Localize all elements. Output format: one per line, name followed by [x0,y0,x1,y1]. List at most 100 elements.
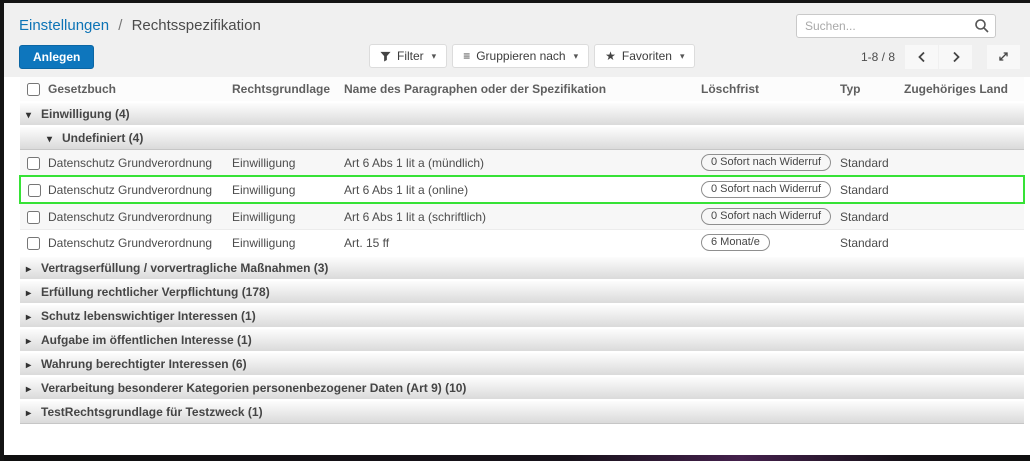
cell-typ: Standard [836,230,900,257]
filter-toolbar: Filter ▾ ≡ Gruppieren nach ▾ ★ Favoriten… [369,44,695,68]
list-icon: ≡ [463,50,470,62]
cell-land [900,203,1024,230]
group-label: Erfüllung rechtlicher Verpflichtung (178… [41,285,270,299]
caret-down-icon: ▾ [680,51,685,62]
chevron-right-icon: ▸ [26,288,41,299]
pager-next-button[interactable] [939,45,972,69]
cell-name: Art 6 Abs 1 lit a (online) [340,176,697,203]
app-window: Einstellungen / Rechtsspezifikation Anle… [0,0,1030,461]
favorites-button-label: Favoriten [622,49,672,63]
cell-loeschfrist: 0 Sofort nach Widerruf [697,150,836,177]
chevron-right-icon: ▸ [26,360,41,371]
records-list: Gesetzbuch Rechtsgrundlage Name des Para… [19,77,1025,424]
search-box [796,14,996,38]
group-row[interactable]: ▾Einwilligung (4) [20,102,1024,126]
chevron-right-icon: ▸ [26,312,41,323]
pager-range: 1-8 / 8 [861,50,895,64]
column-header-land[interactable]: Zugehöriges Land [900,77,1024,102]
cell-land [900,176,1024,203]
filter-button[interactable]: Filter ▾ [369,44,447,68]
chevron-right-icon: ▸ [26,384,41,395]
expand-diagonal-icon [997,50,1010,63]
group-row[interactable]: ▸TestRechtsgrundlage für Testzweck (1) [20,400,1024,424]
cell-loeschfrist: 0 Sofort nach Widerruf [697,203,836,230]
cell-name: Art. 15 ff [340,230,697,257]
group-row[interactable]: ▾Undefiniert (4) [20,126,1024,150]
funnel-icon [380,51,391,62]
breadcrumb-parent-link[interactable]: Einstellungen [19,17,109,34]
table-row[interactable]: Datenschutz GrundverordnungEinwilligungA… [20,176,1024,203]
cell-rechtsgrundlage: Einwilligung [228,176,340,203]
breadcrumb: Einstellungen / Rechtsspezifikation [19,17,261,34]
cell-gesetzbuch: Datenschutz Grundverordnung [44,203,228,230]
caret-down-icon: ▾ [574,51,579,62]
chevron-right-icon [950,51,962,63]
loeschfrist-badge: 0 Sofort nach Widerruf [701,154,831,171]
chevron-right-icon: ▸ [26,408,41,419]
group-label: TestRechtsgrundlage für Testzweck (1) [41,405,263,419]
star-icon: ★ [605,50,616,62]
group-row[interactable]: ▸Erfüllung rechtlicher Verpflichtung (17… [20,280,1024,304]
cell-typ: Standard [836,203,900,230]
table-header-row: Gesetzbuch Rechtsgrundlage Name des Para… [20,77,1024,102]
cell-gesetzbuch: Datenschutz Grundverordnung [44,150,228,177]
cell-rechtsgrundlage: Einwilligung [228,150,340,177]
caret-down-icon: ▾ [432,51,437,62]
row-checkbox[interactable] [27,211,40,224]
group-label: Aufgabe im öffentlichen Interesse (1) [41,333,252,347]
loeschfrist-badge: 0 Sofort nach Widerruf [701,181,831,198]
group-label: Wahrung berechtigter Interessen (6) [41,357,247,371]
list-body: ▾Einwilligung (4)▾Undefiniert (4)Datensc… [20,102,1024,424]
search-icon[interactable] [974,18,990,34]
column-header-typ[interactable]: Typ [836,77,900,102]
group-label: Schutz lebenswichtiger Interessen (1) [41,309,256,323]
filter-button-label: Filter [397,49,424,63]
select-all-checkbox[interactable] [27,83,40,96]
group-row[interactable]: ▸Verarbeitung besonderer Kategorien pers… [20,376,1024,400]
group-by-button-label: Gruppieren nach [476,49,565,63]
expand-button[interactable] [987,45,1020,69]
chevron-left-icon [916,51,928,63]
group-label: Verarbeitung besonderer Kategorien perso… [41,381,466,395]
column-header-loeschfrist[interactable]: Löschfrist [697,77,836,102]
create-button[interactable]: Anlegen [19,45,94,69]
row-checkbox[interactable] [28,184,41,197]
cell-rechtsgrundlage: Einwilligung [228,203,340,230]
chevron-right-icon: ▸ [26,264,41,275]
search-input[interactable] [796,14,996,38]
pager-previous-button[interactable] [905,45,938,69]
cell-land [900,230,1024,257]
chevron-right-icon: ▸ [26,336,41,347]
column-header-rechtsgrundlage[interactable]: Rechtsgrundlage [228,77,340,102]
group-row[interactable]: ▸Wahrung berechtigter Interessen (6) [20,352,1024,376]
cell-name: Art 6 Abs 1 lit a (mündlich) [340,150,697,177]
favorites-button[interactable]: ★ Favoriten ▾ [594,44,695,68]
page-title: Rechtsspezifikation [132,17,261,34]
table-row[interactable]: Datenschutz GrundverordnungEinwilligungA… [20,230,1024,257]
group-row[interactable]: ▸Schutz lebenswichtiger Interessen (1) [20,304,1024,328]
group-label: Vertragserfüllung / vorvertragliche Maßn… [41,261,328,275]
chevron-down-icon: ▾ [26,110,41,121]
loeschfrist-badge: 0 Sofort nach Widerruf [701,208,831,225]
taskbar-edge [0,455,1030,461]
column-header-gesetzbuch[interactable]: Gesetzbuch [44,77,228,102]
group-by-button[interactable]: ≡ Gruppieren nach ▾ [452,44,589,68]
cell-rechtsgrundlage: Einwilligung [228,230,340,257]
cell-gesetzbuch: Datenschutz Grundverordnung [44,176,228,203]
group-label: Einwilligung (4) [41,107,130,121]
table-row[interactable]: Datenschutz GrundverordnungEinwilligungA… [20,203,1024,230]
cell-loeschfrist: 0 Sofort nach Widerruf [697,176,836,203]
column-header-name[interactable]: Name des Paragraphen oder der Spezifikat… [340,77,697,102]
cell-typ: Standard [836,150,900,177]
table-row[interactable]: Datenschutz GrundverordnungEinwilligungA… [20,150,1024,177]
group-label: Undefiniert (4) [62,131,143,145]
cell-loeschfrist: 6 Monat/e [697,230,836,257]
cell-name: Art 6 Abs 1 lit a (schriftlich) [340,203,697,230]
breadcrumb-separator: / [118,17,122,34]
cell-land [900,150,1024,177]
chevron-down-icon: ▾ [47,134,62,145]
group-row[interactable]: ▸Vertragserfüllung / vorvertragliche Maß… [20,256,1024,280]
group-row[interactable]: ▸Aufgabe im öffentlichen Interesse (1) [20,328,1024,352]
row-checkbox[interactable] [27,157,40,170]
row-checkbox[interactable] [27,237,40,250]
